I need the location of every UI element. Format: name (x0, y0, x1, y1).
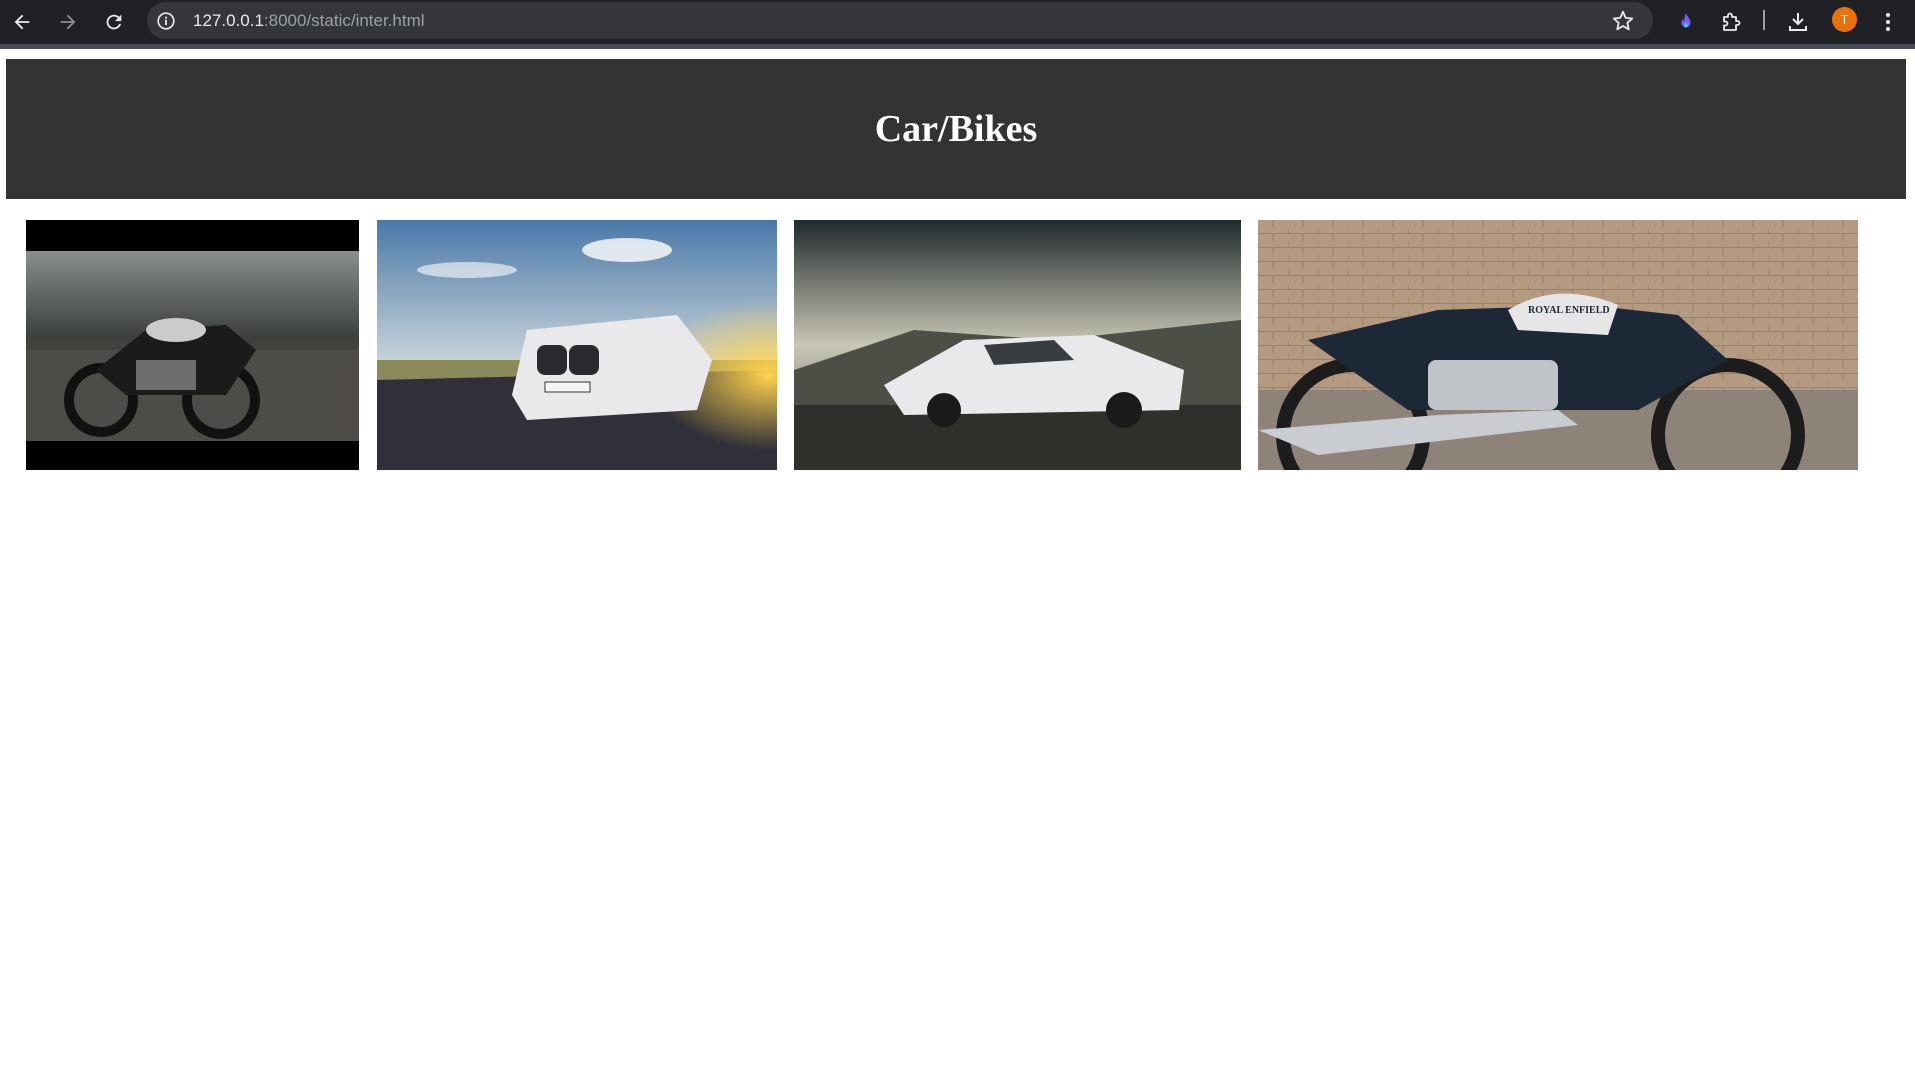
forward-button[interactable] (50, 4, 86, 40)
page-title: Car/Bikes (874, 108, 1038, 150)
back-button[interactable] (4, 4, 40, 40)
reload-button[interactable] (96, 4, 132, 40)
motorcycle-image-2: ROYAL ENFIELD (1258, 220, 1858, 470)
motorcycle-image-1 (26, 220, 359, 470)
toolbar-separator (1763, 10, 1765, 30)
download-icon (1789, 13, 1807, 31)
url-path: :8000/static/inter.html (263, 11, 425, 30)
car-image-2 (794, 220, 1241, 470)
info-icon[interactable] (155, 10, 177, 32)
page-header: Car/Bikes (6, 59, 1906, 199)
url-text[interactable]: 127.0.0.1:8000/static/inter.html (193, 11, 425, 31)
reload-icon (106, 14, 122, 30)
flame-extension-button[interactable] (1668, 4, 1704, 40)
url-host: 127.0.0.1 (193, 11, 264, 30)
downloads-button[interactable] (1780, 4, 1816, 40)
address-bar[interactable]: 127.0.0.1:8000/static/inter.html (147, 2, 1653, 39)
menu-button[interactable] (1870, 4, 1906, 40)
puzzle-extension-icon (1723, 12, 1741, 31)
flame-extension-icon (1681, 12, 1691, 28)
extensions-button[interactable] (1714, 4, 1750, 40)
kebab-menu-icon (1886, 13, 1890, 31)
royal-enfield-logo-text: ROYAL ENFIELD (1528, 305, 1610, 316)
back-arrow-icon (14, 14, 30, 30)
star-icon[interactable] (1610, 8, 1636, 34)
toolbar-divider (0, 44, 1915, 49)
car-image-1 (377, 220, 777, 470)
profile-avatar[interactable]: T (1832, 7, 1857, 32)
browser-toolbar: 127.0.0.1:8000/static/inter.html T (0, 0, 1915, 49)
forward-arrow-icon (60, 14, 76, 30)
